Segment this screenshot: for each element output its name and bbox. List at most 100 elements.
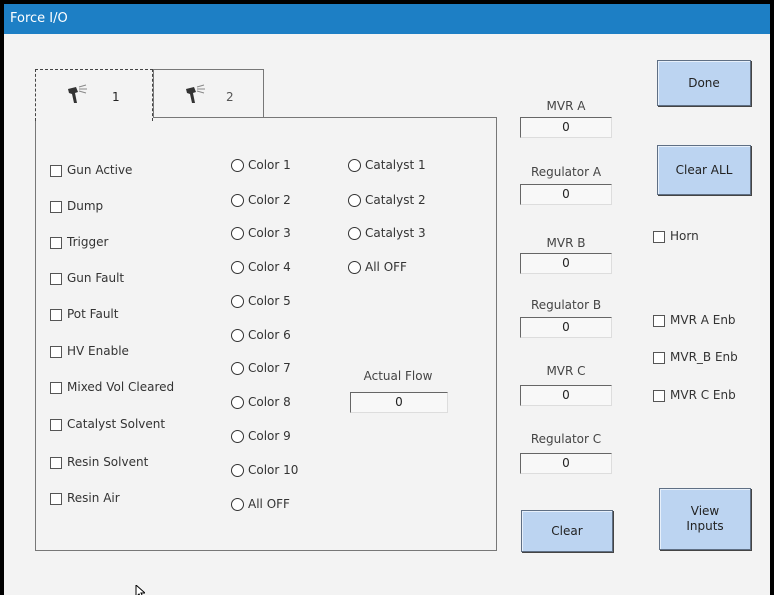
spray-gun-icon xyxy=(186,84,205,103)
checkbox-mvr-b-enb[interactable]: MVR_B Enb xyxy=(653,350,738,366)
radio-label: Color 6 xyxy=(248,328,291,342)
radio-label: Color 9 xyxy=(248,429,291,443)
radio-color-all-off[interactable]: All OFF xyxy=(231,497,290,513)
checkbox-box xyxy=(50,345,62,358)
checkbox-label: Horn xyxy=(670,229,699,243)
checkbox-dump[interactable]: Dump xyxy=(50,199,103,215)
checkbox-label: Trigger xyxy=(67,235,109,249)
radio-label: Catalyst 1 xyxy=(365,158,426,172)
view-inputs-button[interactable]: View Inputs xyxy=(659,488,751,550)
radio-color-2[interactable]: Color 2 xyxy=(231,193,291,209)
checkbox-label: Resin Air xyxy=(67,491,120,505)
checkbox-box xyxy=(50,456,62,469)
spray-gun-icon xyxy=(68,84,87,103)
checkbox-mvr-c-enb[interactable]: MVR C Enb xyxy=(653,388,736,404)
checkbox-gun-fault[interactable]: Gun Fault xyxy=(50,271,124,287)
view-inputs-label-line1: View xyxy=(690,504,720,518)
mvr-c-label: MVR C xyxy=(546,364,586,378)
checkbox-trigger[interactable]: Trigger xyxy=(50,235,108,251)
radio-circle xyxy=(231,396,244,409)
radio-circle xyxy=(231,194,244,207)
radio-circle xyxy=(348,159,361,172)
checkbox-box xyxy=(653,389,665,402)
radio-color-10[interactable]: Color 10 xyxy=(231,463,298,479)
regulator-b-field: 0 xyxy=(520,317,612,338)
radio-label: Color 1 xyxy=(248,158,291,172)
radio-label: Color 10 xyxy=(248,463,299,477)
radio-circle xyxy=(231,430,244,443)
checkbox-label: Resin Solvent xyxy=(67,455,149,469)
radio-color-9[interactable]: Color 9 xyxy=(231,429,291,445)
checkbox-box xyxy=(653,314,665,327)
checkbox-box xyxy=(50,272,62,285)
window-title: Force I/O xyxy=(4,4,770,34)
radio-label: All OFF xyxy=(365,260,407,274)
done-button[interactable]: Done xyxy=(657,60,751,106)
checkbox-hv-enable[interactable]: HV Enable xyxy=(50,344,129,360)
tab-label: 2 xyxy=(226,90,234,104)
checkbox-pot-fault[interactable]: Pot Fault xyxy=(50,307,118,323)
checkbox-label: Pot Fault xyxy=(67,307,119,321)
radio-label: Catalyst 3 xyxy=(365,226,426,240)
tab-gun-2[interactable]: 2 xyxy=(153,69,264,121)
radio-catalyst-all-off[interactable]: All OFF xyxy=(348,260,407,276)
checkbox-label: Gun Fault xyxy=(67,271,125,285)
radio-catalyst-3[interactable]: Catalyst 3 xyxy=(348,226,426,242)
mvr-c-field: 0 xyxy=(520,385,612,406)
mvr-a-label: MVR A xyxy=(546,99,586,113)
actual-flow-field: 0 xyxy=(350,392,448,413)
radio-color-4[interactable]: Color 4 xyxy=(231,260,291,276)
mvr-b-field: 0 xyxy=(520,253,612,274)
checkbox-mixed-vol-cleared[interactable]: Mixed Vol Cleared xyxy=(50,380,174,396)
checkbox-horn[interactable]: Horn xyxy=(653,229,699,245)
radio-label: Color 2 xyxy=(248,193,291,207)
checkbox-resin-air[interactable]: Resin Air xyxy=(50,491,120,507)
force-io-window: Force I/O 1 2 Gun Active Dump Trigger Gu… xyxy=(4,4,770,595)
checkbox-box xyxy=(50,200,62,213)
checkbox-label: MVR C Enb xyxy=(670,388,736,402)
checkbox-box xyxy=(653,230,665,243)
radio-catalyst-1[interactable]: Catalyst 1 xyxy=(348,158,426,174)
tab-gun-1[interactable]: 1 xyxy=(35,69,153,121)
checkbox-gun-active[interactable]: Gun Active xyxy=(50,163,132,179)
radio-color-8[interactable]: Color 8 xyxy=(231,395,291,411)
checkbox-box xyxy=(50,308,62,321)
mvr-a-field: 0 xyxy=(520,117,612,138)
radio-color-6[interactable]: Color 6 xyxy=(231,328,291,344)
radio-catalyst-2[interactable]: Catalyst 2 xyxy=(348,193,426,209)
checkbox-mvr-a-enb[interactable]: MVR A Enb xyxy=(653,313,736,329)
radio-label: All OFF xyxy=(248,497,290,511)
radio-label: Color 8 xyxy=(248,395,291,409)
radio-circle xyxy=(231,329,244,342)
clear-all-button[interactable]: Clear ALL xyxy=(657,145,751,195)
radio-label: Color 5 xyxy=(248,294,291,308)
radio-circle xyxy=(231,227,244,240)
radio-label: Color 4 xyxy=(248,260,291,274)
radio-label: Catalyst 2 xyxy=(365,193,426,207)
checkbox-catalyst-solvent[interactable]: Catalyst Solvent xyxy=(50,417,165,433)
regulator-c-label: Regulator C xyxy=(530,432,602,446)
regulator-a-label: Regulator A xyxy=(530,165,602,179)
checkbox-label: Dump xyxy=(67,199,104,213)
regulator-b-label: Regulator B xyxy=(530,298,602,312)
radio-circle xyxy=(231,498,244,511)
radio-color-5[interactable]: Color 5 xyxy=(231,294,291,310)
radio-circle xyxy=(348,227,361,240)
checkbox-label: MVR_B Enb xyxy=(670,350,738,364)
radio-circle xyxy=(348,194,361,207)
radio-color-7[interactable]: Color 7 xyxy=(231,361,291,377)
radio-label: Color 7 xyxy=(248,361,291,375)
regulator-c-field: 0 xyxy=(520,453,612,474)
radio-circle xyxy=(348,261,361,274)
mouse-cursor-icon xyxy=(135,585,145,595)
checkbox-resin-solvent[interactable]: Resin Solvent xyxy=(50,455,148,471)
radio-circle xyxy=(231,464,244,477)
checkbox-label: MVR A Enb xyxy=(670,313,736,327)
clear-button[interactable]: Clear xyxy=(521,510,613,552)
checkbox-box xyxy=(50,381,62,394)
checkbox-label: HV Enable xyxy=(67,344,129,358)
radio-color-3[interactable]: Color 3 xyxy=(231,226,291,242)
mvr-b-label: MVR B xyxy=(546,236,586,250)
radio-circle xyxy=(231,362,244,375)
radio-color-1[interactable]: Color 1 xyxy=(231,158,291,174)
